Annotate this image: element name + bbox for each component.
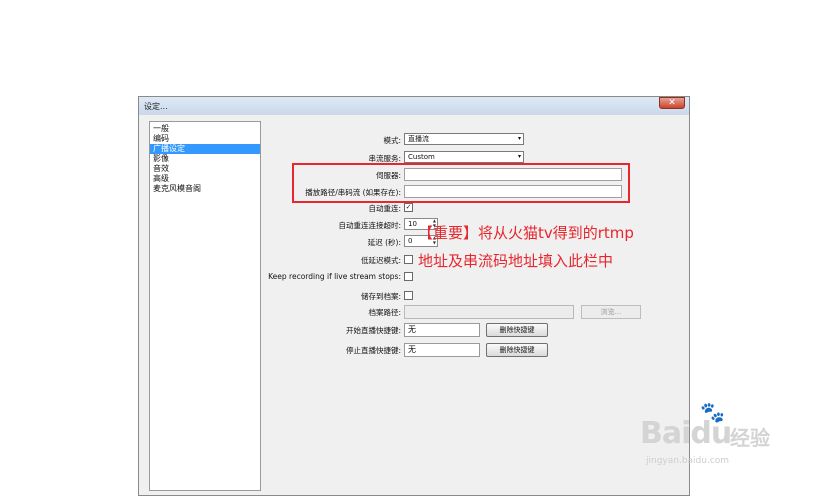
close-button[interactable]: ✕ (659, 97, 685, 109)
baidu-watermark: 🐾 Baidu 经验 jingyan.baidu.com (640, 400, 800, 480)
annotation-highlight-box (292, 163, 630, 203)
clear-start-hotkey-button[interactable]: 删除快捷键 (486, 323, 548, 337)
start-hotkey-group: 无删除快捷键 (404, 323, 548, 337)
keep-recording-checkbox[interactable] (404, 272, 413, 281)
keep-recording-label: Keep recording if live stream stops: (268, 272, 401, 281)
file-path-group: 浏览... (404, 305, 641, 319)
service-select[interactable]: Custom ▾ (404, 151, 524, 163)
service-value: Custom (408, 153, 435, 161)
stop-hotkey-input[interactable]: 无 (404, 343, 480, 357)
mode-label: 模式: (383, 136, 401, 145)
save-to-file-row: 储存到档案: (139, 289, 691, 303)
watermark-jingyan: 经验 (730, 426, 770, 450)
mode-row: 模式: 直播流 ▾ (139, 133, 691, 147)
watermark-url: jingyan.baidu.com (646, 456, 730, 466)
auto-reconnect-checkbox[interactable]: ✓ (404, 203, 413, 212)
low-latency-checkbox[interactable] (404, 255, 413, 264)
settings-dialog: 设定... ✕ 一般 编码 广播设定 影像 音效 高级 麦克风模音阁 模式: 直… (138, 96, 690, 496)
start-hotkey-label: 开始直播快捷键: (345, 326, 401, 335)
auto-reconnect-label: 自动重连: (368, 204, 401, 213)
stop-hotkey-row: 停止直播快捷键: 无删除快捷键 (139, 343, 691, 359)
annotation-line-1: 【重要】将从火猫tv得到的rtmp (418, 224, 634, 242)
file-path-input (404, 305, 574, 319)
start-hotkey-row: 开始直播快捷键: 无删除快捷键 (139, 323, 691, 339)
low-latency-label: 低延迟模式: (360, 256, 401, 265)
chevron-down-icon: ▾ (517, 153, 521, 160)
delay-label: 延迟 (秒): (367, 238, 401, 247)
file-path-label: 档案路径: (368, 308, 401, 317)
save-to-file-label: 储存到档案: (360, 292, 401, 301)
browse-button: 浏览... (581, 305, 641, 319)
start-hotkey-input[interactable]: 无 (404, 323, 480, 337)
title-bar: 设定... ✕ (139, 97, 689, 115)
reconnect-timeout-label: 自动重连连接超时: (338, 221, 401, 230)
annotation-line-2: 地址及串流码地址填入此栏中 (418, 252, 614, 270)
save-to-file-checkbox[interactable] (404, 291, 413, 300)
auto-reconnect-row: 自动重连: ✓ (139, 201, 691, 215)
clear-stop-hotkey-button[interactable]: 删除快捷键 (486, 343, 548, 357)
stop-hotkey-label: 停止直播快捷键: (345, 346, 401, 355)
watermark-logo: Baidu (640, 416, 732, 451)
reconnect-timeout-value: 10 (408, 220, 417, 228)
dialog-title: 设定... (144, 102, 168, 111)
stop-hotkey-group: 无删除快捷键 (404, 343, 548, 357)
mode-select[interactable]: 直播流 ▾ (404, 133, 524, 145)
file-path-row: 档案路径: 浏览... (139, 305, 691, 321)
chevron-down-icon: ▾ (517, 135, 521, 142)
keep-recording-row: Keep recording if live stream stops: (139, 270, 691, 284)
delay-value: 0 (408, 237, 413, 245)
mode-value: 直播流 (408, 135, 429, 143)
